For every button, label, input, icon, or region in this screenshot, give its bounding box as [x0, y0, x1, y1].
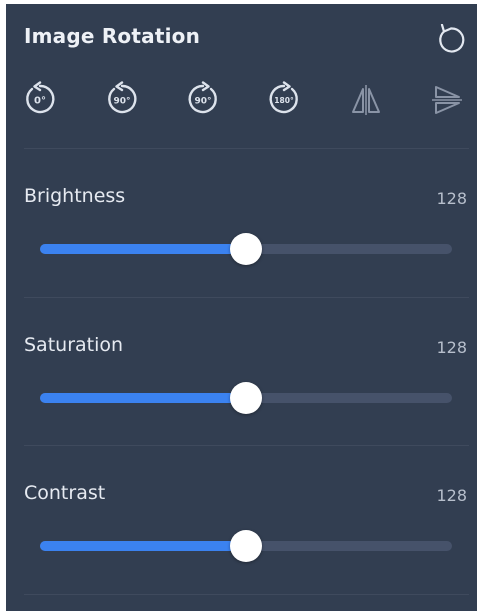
contrast-slider-thumb[interactable] [230, 530, 262, 562]
divider [24, 594, 469, 595]
rotate-90-right-label: 90° [194, 97, 211, 107]
rotate-right-icon: 180° [269, 81, 298, 114]
saturation-slider-thumb[interactable] [230, 382, 262, 414]
saturation-label: Saturation [24, 334, 124, 356]
rotation-toolbar: 0° 90° 90° 180° [6, 80, 477, 120]
flip-vertical-icon [432, 86, 462, 114]
reset-rotation-button[interactable] [433, 22, 469, 58]
contrast-label: Contrast [24, 482, 106, 504]
saturation-slider-track[interactable] [40, 382, 452, 414]
rotate-right-icon: 90° [188, 81, 217, 114]
panel-title: Image Rotation [24, 24, 201, 48]
rotate-left-icon: 90° [108, 81, 137, 114]
rotate-0-button[interactable]: 0° [20, 80, 60, 120]
divider [24, 148, 469, 149]
divider [24, 297, 469, 298]
contrast-value: 128 [436, 486, 467, 505]
rotate-90-right-button[interactable]: 90° [183, 80, 223, 120]
brightness-label: Brightness [24, 185, 126, 207]
contrast-slider-fill [40, 541, 246, 551]
rotate-0-label: 0° [34, 96, 46, 107]
brightness-value: 128 [436, 189, 467, 208]
rotate-180-label: 180° [274, 96, 294, 105]
divider [24, 445, 469, 446]
saturation-slider-fill [40, 393, 246, 403]
brightness-slider-thumb[interactable] [230, 233, 262, 265]
rotate-180-button[interactable]: 180° [264, 80, 304, 120]
rotate-90-left-label: 90° [113, 97, 130, 107]
rotate-90-left-button[interactable]: 90° [102, 80, 142, 120]
rotate-ccw-icon [439, 24, 465, 53]
brightness-slider-track[interactable] [40, 233, 452, 265]
brightness-slider-fill [40, 244, 246, 254]
contrast-slider-track[interactable] [40, 530, 452, 562]
flip-horizontal-icon [352, 85, 380, 115]
saturation-value: 128 [436, 338, 467, 357]
rotate-left-icon: 0° [26, 81, 55, 114]
image-rotation-panel: Image Rotation 0° 90° 90° 180° Brightnes… [6, 4, 477, 611]
flip-horizontal-button[interactable] [346, 80, 386, 120]
flip-vertical-button[interactable] [427, 80, 467, 120]
